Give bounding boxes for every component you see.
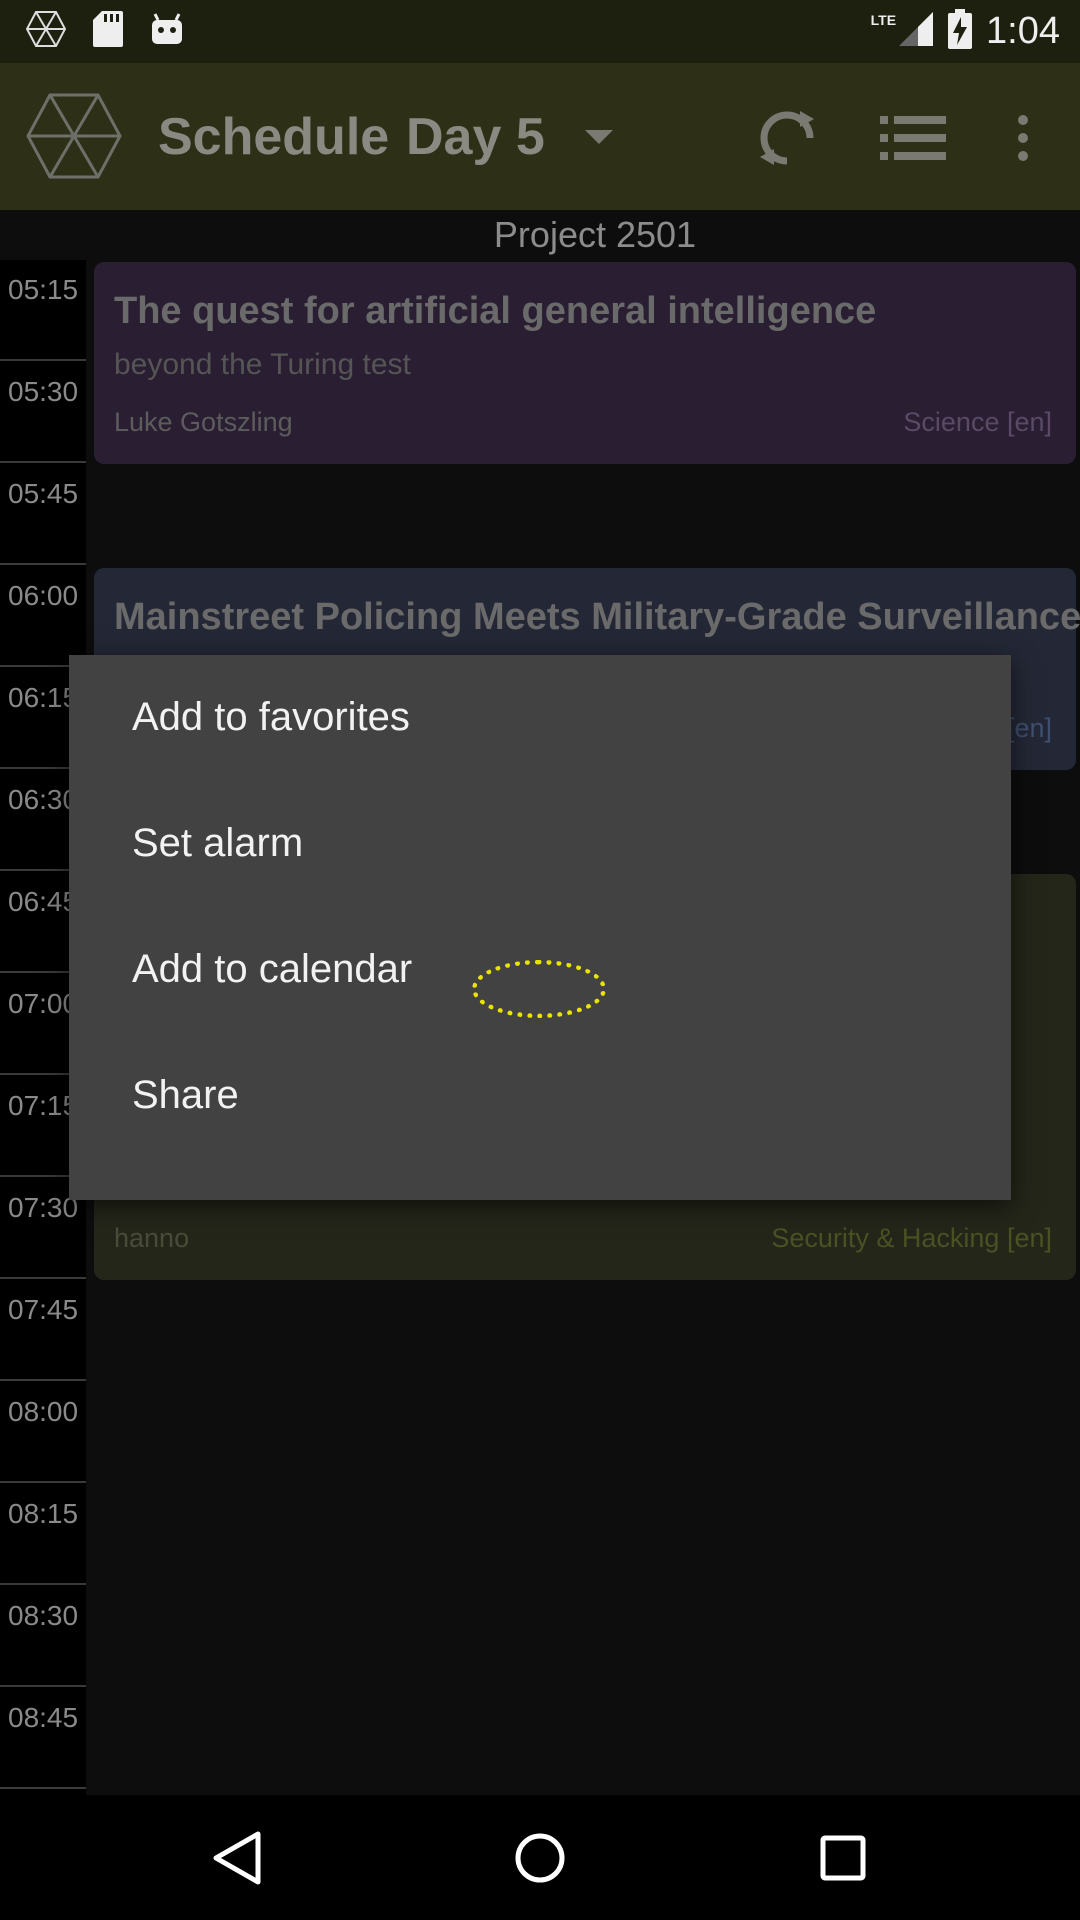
list-icon[interactable]	[878, 103, 948, 173]
battery-charging-icon	[948, 9, 973, 54]
event-title: Mainstreet Policing Meets Military-Grade…	[114, 596, 1080, 638]
time-slot: 05:45	[0, 464, 86, 565]
network-type: LTE	[870, 11, 897, 28]
navigation-bar	[0, 1795, 1080, 1920]
dropdown-arrow-icon	[584, 130, 613, 144]
event-speaker: hanno	[114, 1223, 190, 1253]
time-slot: 05:15	[0, 260, 86, 361]
page-title: Schedule	[158, 108, 390, 166]
home-icon[interactable]	[507, 1825, 573, 1891]
refresh-icon[interactable]	[752, 103, 822, 173]
signal-icon	[898, 11, 934, 52]
event-speaker: Luke Gotszling	[114, 407, 293, 437]
time-slot: 08:45	[0, 1688, 86, 1789]
app-bar: Schedule Day 5	[0, 63, 1080, 210]
day-selector-label: Day 5	[406, 108, 545, 166]
room-header: Project 2501	[493, 214, 697, 255]
share-item[interactable]: Share	[69, 1033, 1011, 1159]
context-menu-dialog: Add to favorites Set alarm Add to calend…	[69, 655, 1011, 1200]
time-slot: 07:45	[0, 1280, 86, 1381]
event-track: [en]	[1006, 713, 1052, 743]
android-icon	[150, 12, 184, 51]
hexagon-app-icon	[25, 11, 67, 52]
app-logo-icon	[26, 93, 122, 179]
event-title: The quest for artificial general intelli…	[114, 290, 877, 332]
menu-item-label: Add to favorites	[132, 695, 410, 739]
event-subtitle: beyond the Turing test	[114, 348, 411, 381]
sd-card-icon	[92, 10, 124, 53]
recents-icon[interactable]	[810, 1825, 876, 1891]
time-slot: 06:00	[0, 566, 86, 667]
day-selector[interactable]: Day 5	[406, 107, 613, 167]
menu-item-label: Share	[132, 1073, 239, 1117]
menu-item-label: Add to calendar	[132, 947, 413, 991]
overflow-menu-icon[interactable]	[988, 103, 1058, 173]
event-track: Security & Hacking [en]	[771, 1223, 1052, 1253]
time-slot: 08:00	[0, 1382, 86, 1483]
time-slot: 05:30	[0, 362, 86, 463]
time-slot: 08:15	[0, 1484, 86, 1585]
set-alarm-item[interactable]: Set alarm	[69, 781, 1011, 907]
back-icon[interactable]	[204, 1825, 270, 1891]
touch-indicator	[472, 960, 606, 1018]
status-bar: LTE 1:04	[0, 0, 1080, 63]
clock: 1:04	[986, 10, 1060, 52]
event-track: Science [en]	[903, 407, 1052, 437]
time-slot: 08:30	[0, 1586, 86, 1687]
menu-item-label: Set alarm	[132, 821, 304, 865]
add-to-favorites-item[interactable]: Add to favorites	[69, 655, 1011, 781]
event-card[interactable]: The quest for artificial general intelli…	[94, 262, 1076, 464]
